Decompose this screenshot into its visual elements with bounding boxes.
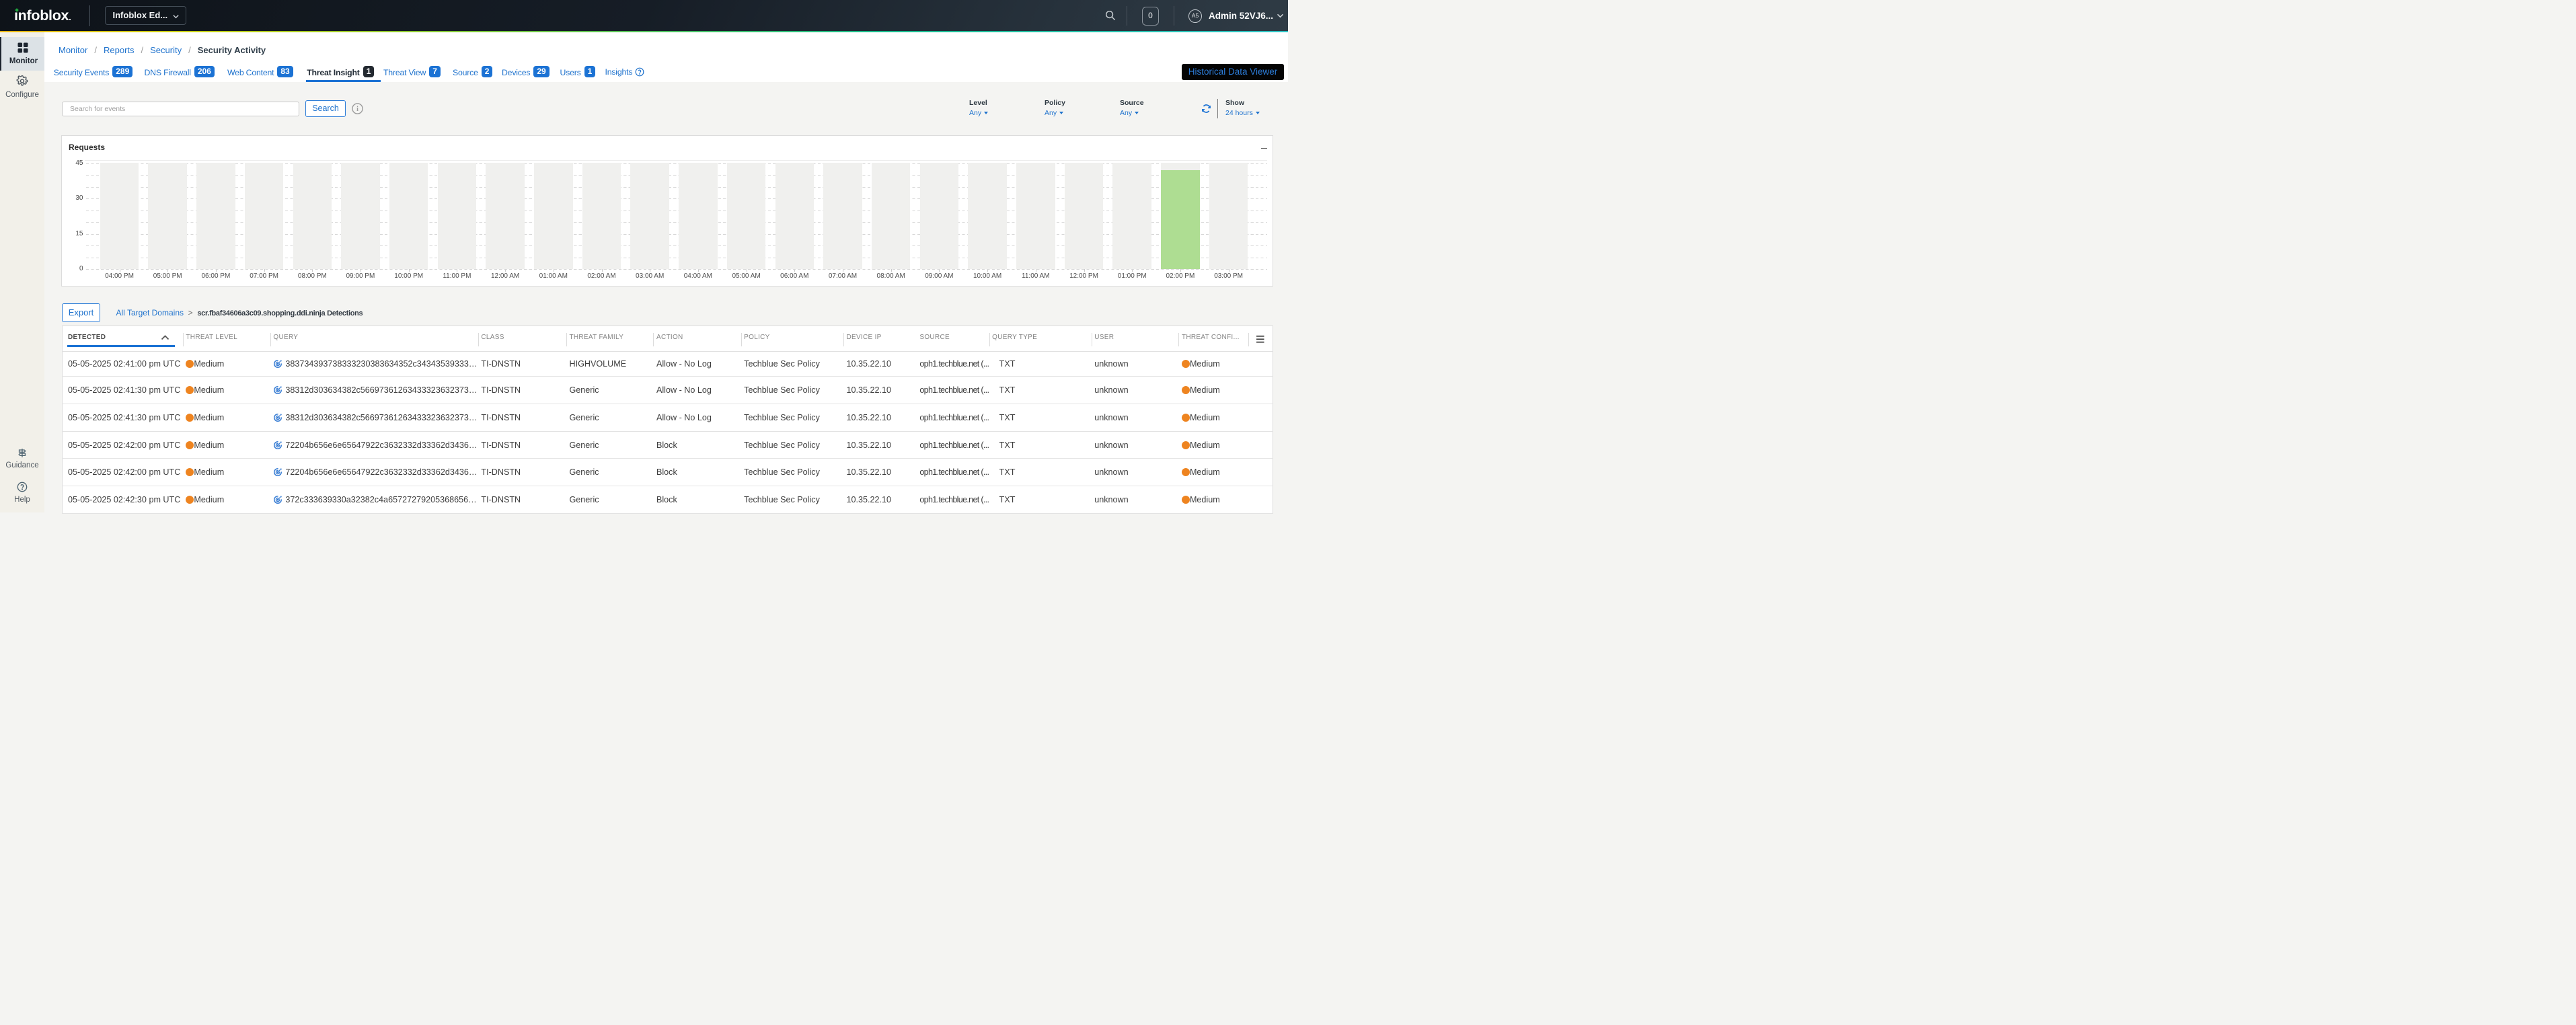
- svg-text:i: i: [356, 106, 358, 113]
